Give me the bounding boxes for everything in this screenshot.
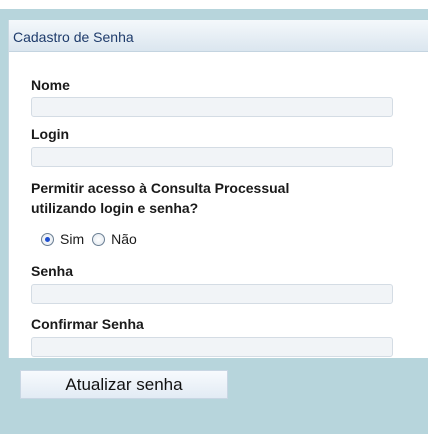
- access-radio-group: Sim Não: [41, 230, 145, 248]
- login-label: Login: [31, 126, 70, 142]
- panel-title: Cadastro de Senha: [13, 29, 134, 45]
- password-field[interactable]: [31, 284, 393, 304]
- radio-nao[interactable]: [92, 232, 106, 246]
- login-input[interactable]: [32, 148, 392, 166]
- name-field[interactable]: [31, 97, 393, 117]
- password-input[interactable]: [32, 285, 392, 303]
- login-field[interactable]: [31, 147, 393, 167]
- radio-nao-label[interactable]: Não: [111, 231, 137, 247]
- panel-header: Cadastro de Senha: [9, 20, 428, 52]
- confirm-password-label: Confirmar Senha: [31, 316, 144, 332]
- password-label: Senha: [31, 263, 74, 279]
- name-label: Nome: [31, 77, 70, 93]
- password-registration-panel: Cadastro de Senha Nome Login Permitir ac…: [8, 20, 428, 358]
- confirm-password-field[interactable]: [31, 337, 393, 357]
- access-question-line2: utilizando login e senha?: [31, 200, 199, 216]
- name-input[interactable]: [32, 98, 392, 116]
- confirm-password-input[interactable]: [32, 338, 392, 356]
- access-question-line1: Permitir acesso à Consulta Processual: [31, 180, 290, 196]
- radio-sim[interactable]: [41, 232, 54, 246]
- top-strip: [0, 0, 428, 9]
- update-password-button[interactable]: Atualizar senha: [20, 370, 228, 399]
- radio-sim-label[interactable]: Sim: [60, 231, 84, 247]
